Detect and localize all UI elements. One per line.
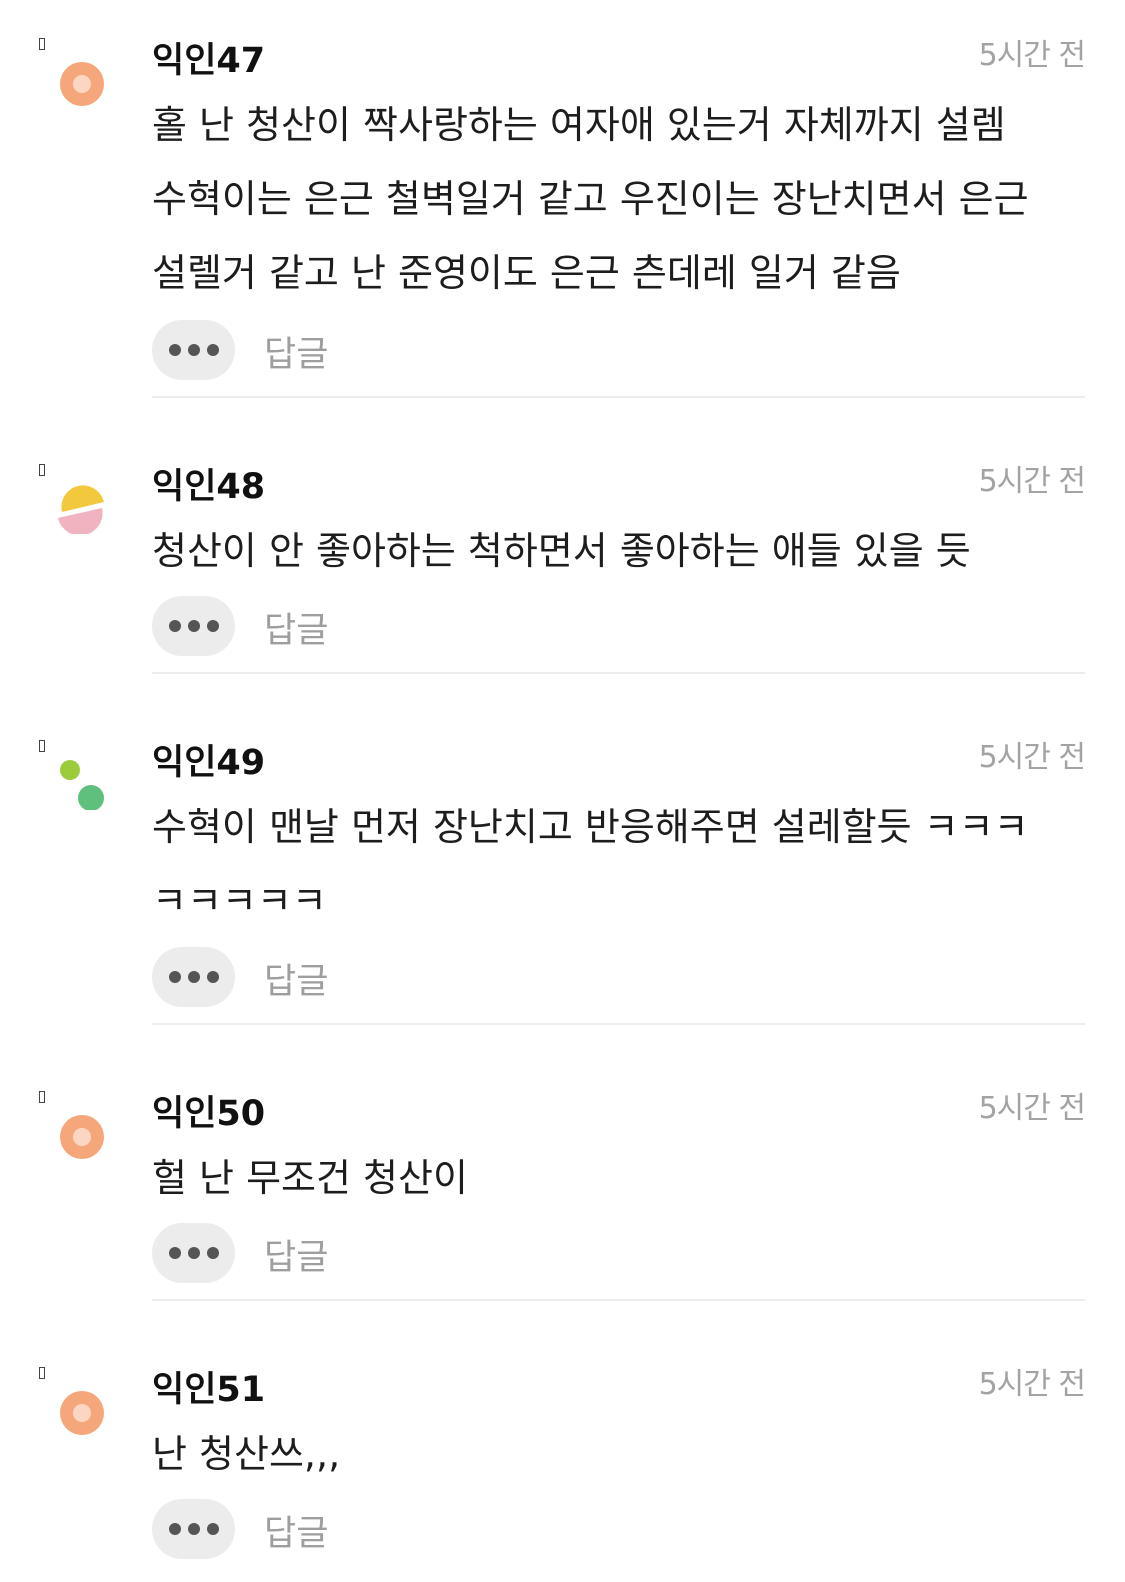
dot-icon — [187, 1247, 200, 1259]
dot-icon — [187, 1523, 200, 1535]
more-options-button[interactable] — [152, 1223, 235, 1283]
marker-icon — [39, 38, 45, 50]
comment-time: 5시간 전 — [978, 38, 1086, 73]
dot-icon — [206, 1247, 219, 1259]
reply-button[interactable]: 답글 — [264, 1229, 328, 1280]
avatar-yellow-pink-icon[interactable] — [56, 482, 108, 534]
dot-icon — [168, 1247, 181, 1259]
comment-text: 홀 난 청산이 짝사랑하는 여자애 있는거 자체까지 설렘 수혁이는 은근 철벽… — [152, 103, 1029, 295]
marker-icon — [39, 1367, 45, 1379]
dot-icon — [206, 971, 219, 983]
marker-icon — [39, 464, 45, 476]
dot-icon — [168, 344, 181, 356]
comment-text: 난 청산쓰,,, — [152, 1432, 341, 1476]
comment-text: 수혁이 맨날 먼저 장난치고 반응해주면 설레할듯 ㅋㅋㅋ ㅋㅋㅋㅋㅋ — [152, 805, 1029, 923]
dot-icon — [206, 344, 219, 356]
comment-time: 5시간 전 — [978, 464, 1086, 499]
more-options-button[interactable] — [152, 320, 235, 380]
dot-icon — [168, 620, 181, 632]
dot-icon — [168, 1523, 181, 1535]
more-options-button[interactable] — [152, 1499, 235, 1559]
comment-text: 헐 난 무조건 청산이 — [152, 1156, 468, 1200]
comment-time: 5시간 전 — [978, 1091, 1086, 1126]
dot-icon — [206, 620, 219, 632]
reply-button[interactable]: 답글 — [264, 602, 328, 653]
avatar-green-dots-icon[interactable] — [56, 758, 108, 810]
comment-author[interactable]: 익인51 — [152, 1361, 265, 1412]
divider — [152, 396, 1085, 398]
dot-icon — [187, 971, 200, 983]
reply-button[interactable]: 답글 — [264, 953, 328, 1004]
comment-time: 5시간 전 — [978, 1367, 1086, 1402]
comment-author[interactable]: 익인47 — [152, 32, 265, 83]
comment-author[interactable]: 익인49 — [152, 734, 265, 785]
dot-icon — [187, 344, 200, 356]
dot-icon — [206, 1523, 219, 1535]
avatar-orange-icon[interactable] — [56, 58, 108, 110]
comment-time: 5시간 전 — [978, 740, 1086, 775]
comment-text: 청산이 안 좋아하는 척하면서 좋아하는 애들 있을 듯 — [152, 529, 971, 573]
reply-button[interactable]: 답글 — [264, 326, 328, 377]
more-options-button[interactable] — [152, 596, 235, 656]
avatar-orange-icon[interactable] — [56, 1111, 108, 1163]
more-options-button[interactable] — [152, 947, 235, 1007]
comment-author[interactable]: 익인50 — [152, 1085, 265, 1136]
reply-button[interactable]: 답글 — [264, 1505, 328, 1556]
dot-icon — [187, 620, 200, 632]
avatar-orange-icon[interactable] — [56, 1387, 108, 1439]
marker-icon — [39, 740, 45, 752]
divider — [152, 1299, 1085, 1301]
marker-icon — [39, 1091, 45, 1103]
dot-icon — [168, 971, 181, 983]
divider — [152, 1023, 1085, 1025]
divider — [152, 672, 1085, 674]
comment-author[interactable]: 익인48 — [152, 458, 265, 509]
